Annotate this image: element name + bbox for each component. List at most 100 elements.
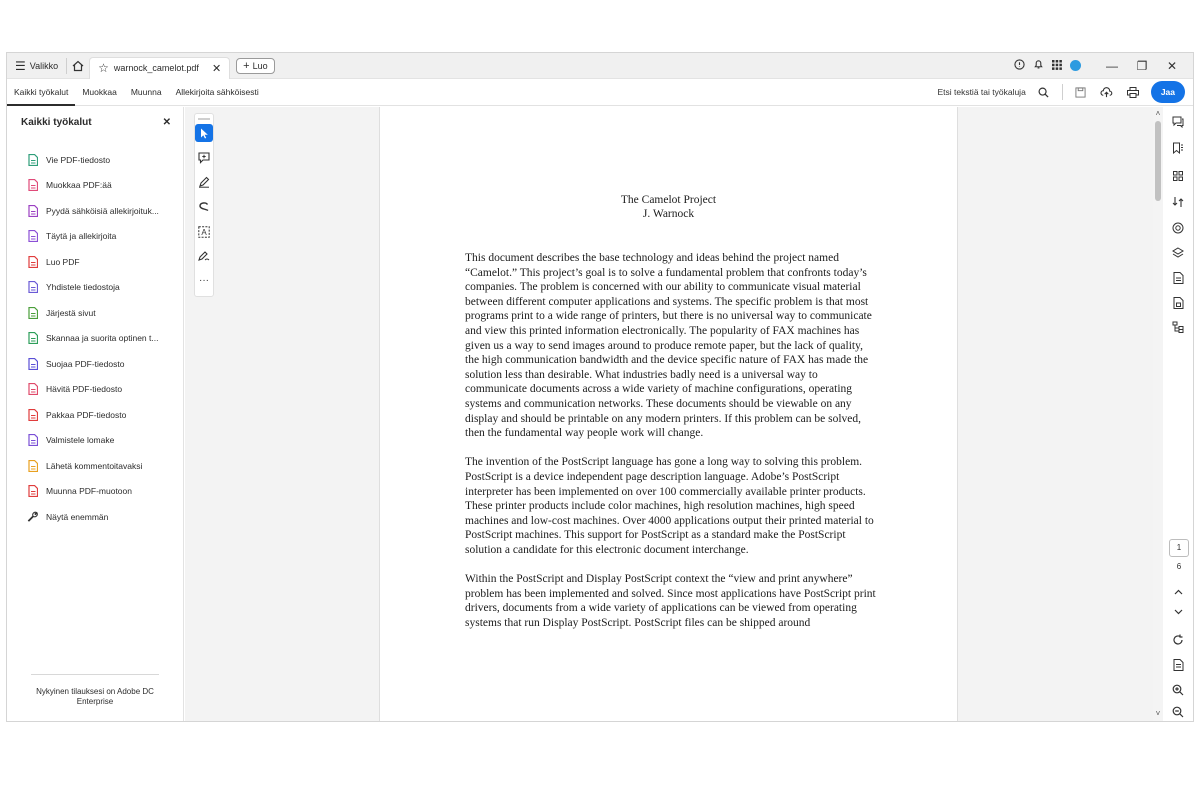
compress-pdf-icon — [27, 408, 38, 421]
tool-label: Yhdistele tiedostoja — [46, 282, 120, 293]
page-fit-icon[interactable] — [1170, 658, 1186, 672]
document-viewer[interactable]: The Camelot Project J. Warnock This docu… — [185, 107, 1153, 721]
edit-pdf-icon — [27, 179, 38, 192]
paragraph: This document describes the base technol… — [465, 252, 872, 440]
wrench-icon — [27, 511, 38, 523]
compare-icon[interactable] — [1170, 195, 1186, 209]
comment-tool-button[interactable] — [195, 148, 213, 167]
tool-label: Täytä ja allekirjoita — [46, 231, 117, 242]
minimize-icon[interactable]: — — [1101, 59, 1123, 73]
acrobat-window: ☰ Valikko ☆ warnock_camelot.pdf ✕ + Luo — [6, 52, 1194, 722]
close-panel-icon[interactable]: ✕ — [163, 117, 171, 128]
tool-organize-pages[interactable]: Järjestä sivut — [7, 300, 183, 326]
tool-request-signatures[interactable]: Pyydä sähköisiä allekirjoituk... — [7, 198, 183, 224]
tool-protect-pdf[interactable]: Suojaa PDF-tiedosto — [7, 351, 183, 377]
tool-convert-to-pdf[interactable]: Muunna PDF-muotoon — [7, 479, 183, 505]
tool-redact-pdf[interactable]: Hävitä PDF-tiedosto — [7, 377, 183, 403]
drag-handle[interactable] — [198, 118, 210, 120]
bell-icon[interactable] — [1033, 58, 1044, 73]
help-icon[interactable] — [1014, 58, 1025, 73]
scroll-up-arrow-icon[interactable]: ˄ — [1153, 109, 1163, 118]
content-tree-icon[interactable] — [1170, 320, 1186, 334]
bookmarks-icon[interactable] — [1170, 141, 1186, 155]
export-pdf-icon — [27, 153, 38, 166]
scroll-down-arrow-icon[interactable]: ˅ — [1153, 709, 1163, 718]
star-icon[interactable]: ☆ — [98, 61, 109, 75]
combine-files-icon — [27, 281, 38, 294]
request-signature-icon — [27, 204, 38, 217]
print-icon[interactable] — [1125, 86, 1141, 98]
titlebar-actions: — ❐ ✕ — [1014, 58, 1193, 73]
tool-label: Pakkaa PDF-tiedosto — [46, 409, 127, 420]
tab-all-tools[interactable]: Kaikki työkalut — [7, 79, 76, 106]
close-tab-icon[interactable]: ✕ — [212, 62, 221, 75]
thumbnails-icon[interactable] — [1170, 169, 1186, 183]
search-tools-input[interactable]: Etsi tekstiä tai työkaluja — [937, 87, 1025, 97]
toolbar-actions: Etsi tekstiä tai työkaluja Jaa — [937, 81, 1193, 103]
menu-button[interactable]: ☰ Valikko — [7, 53, 66, 78]
close-window-icon[interactable]: ✕ — [1161, 59, 1183, 73]
tool-scan-ocr[interactable]: Skannaa ja suorita optinen t... — [7, 326, 183, 352]
new-button[interactable]: + Luo — [236, 57, 275, 74]
tool-export-pdf[interactable]: Vie PDF-tiedosto — [7, 147, 183, 173]
tool-label: Pyydä sähköisiä allekirjoituk... — [46, 205, 159, 216]
scan-ocr-icon — [27, 332, 38, 345]
comments-panel-icon[interactable] — [1170, 115, 1186, 129]
tool-label: Järjestä sivut — [46, 307, 96, 318]
sign-tool-button[interactable] — [195, 247, 213, 266]
search-icon[interactable] — [1036, 87, 1052, 98]
share-button[interactable]: Jaa — [1150, 81, 1185, 103]
document-tab[interactable]: ☆ warnock_camelot.pdf ✕ — [89, 56, 231, 79]
tab-convert[interactable]: Muunna — [124, 79, 169, 106]
new-label: Luo — [252, 60, 268, 71]
draw-tool-button[interactable] — [195, 198, 213, 217]
tool-compress-pdf[interactable]: Pakkaa PDF-tiedosto — [7, 402, 183, 428]
document-properties-icon[interactable] — [1170, 271, 1186, 285]
restore-icon[interactable]: ❐ — [1131, 59, 1153, 73]
text-box-icon: A — [198, 225, 210, 238]
title-line: The Camelot Project — [620, 194, 717, 206]
zoom-in-icon[interactable] — [1170, 683, 1186, 697]
avatar[interactable] — [1070, 60, 1081, 71]
previous-page-icon[interactable] — [1170, 585, 1186, 599]
panel-header: Kaikki työkalut ✕ — [7, 109, 183, 135]
current-page-input[interactable]: 1 — [1169, 539, 1189, 557]
cursor-icon — [200, 128, 208, 139]
tool-combine-files[interactable]: Yhdistele tiedostoja — [7, 275, 183, 301]
tool-fill-sign[interactable]: Täytä ja allekirjoita — [7, 224, 183, 250]
cloud-upload-icon[interactable] — [1099, 86, 1115, 98]
convert-pdf-icon — [27, 485, 38, 498]
tab-e-sign[interactable]: Allekirjoita sähköisesti — [169, 79, 266, 106]
highlight-tool-button[interactable] — [195, 173, 213, 192]
save-icon[interactable] — [1073, 86, 1089, 98]
layers-icon[interactable] — [1170, 246, 1186, 260]
tool-label: Näytä enemmän — [46, 511, 109, 522]
scrollbar-thumb[interactable] — [1155, 121, 1161, 201]
next-page-icon[interactable] — [1170, 605, 1186, 619]
tab-edit[interactable]: Muokkaa — [75, 79, 124, 106]
more-tools-icon[interactable]: ··· — [195, 271, 213, 290]
text-tool-button[interactable]: A — [195, 222, 213, 241]
select-tool-button[interactable] — [195, 123, 213, 143]
apps-grid-icon[interactable] — [1052, 59, 1062, 73]
accessibility-icon[interactable] — [1170, 221, 1186, 235]
tool-label: Vie PDF-tiedosto — [46, 154, 111, 165]
comment-add-icon — [198, 152, 210, 164]
tool-prepare-form[interactable]: Valmistele lomake — [7, 428, 183, 454]
tool-show-more[interactable]: Näytä enemmän — [7, 504, 183, 530]
tool-create-pdf[interactable]: Luo PDF — [7, 249, 183, 275]
tool-edit-pdf[interactable]: Muokkaa PDF:ää — [7, 173, 183, 199]
tool-send-for-comments[interactable]: Lähetä kommentoitavaksi — [7, 453, 183, 479]
attachments-lock-icon[interactable] — [1170, 296, 1186, 310]
tool-label: Muunna PDF-muotoon — [46, 486, 132, 497]
pen-icon — [199, 177, 210, 189]
zoom-out-icon[interactable] — [1170, 705, 1186, 719]
pdf-page: The Camelot Project J. Warnock This docu… — [379, 107, 958, 721]
home-button[interactable] — [67, 60, 89, 72]
prepare-form-icon — [27, 434, 38, 447]
redact-pdf-icon — [27, 383, 38, 396]
main-toolbar: Kaikki työkalut Muokkaa Muunna Allekirjo… — [7, 79, 1193, 106]
subscription-info: Nykyinen tilauksesi on Adobe DC Enterpri… — [31, 674, 159, 707]
rotate-icon[interactable] — [1170, 633, 1186, 647]
vertical-scrollbar[interactable]: ˄ ˅ — [1153, 107, 1163, 721]
